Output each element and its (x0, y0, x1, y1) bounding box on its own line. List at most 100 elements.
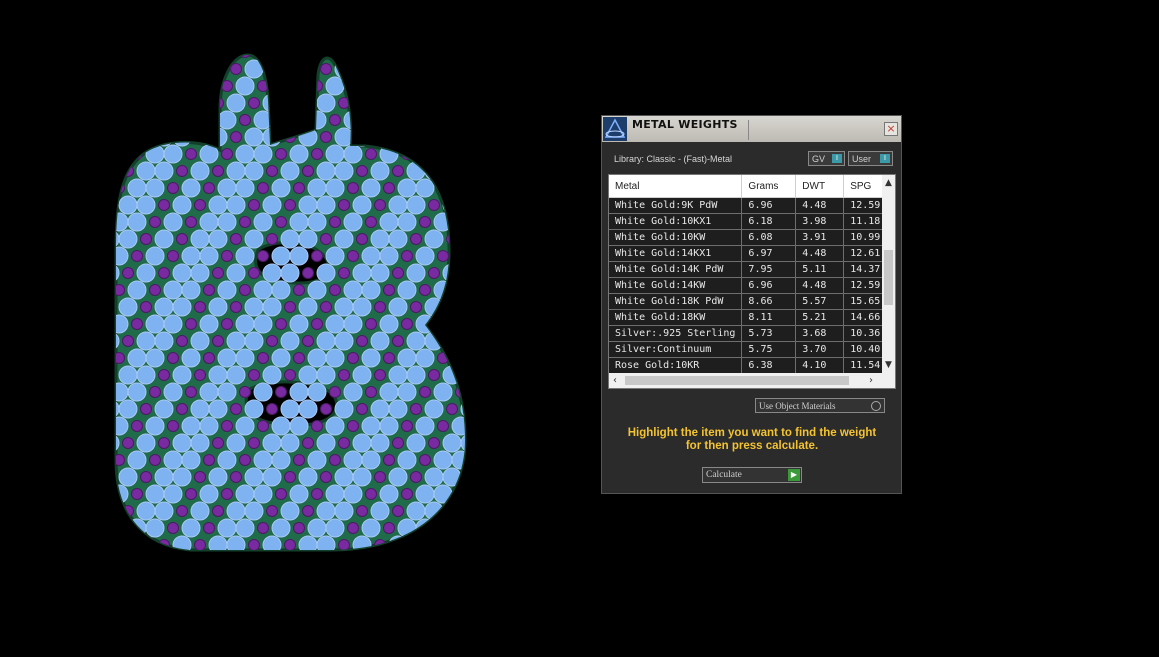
gemstone (181, 518, 201, 538)
metal-table[interactable]: Metal Grams DWT SPG White Gold:9K PdW 6.9… (608, 174, 896, 389)
gemstone (118, 229, 138, 249)
gemstone (415, 76, 435, 96)
table-cell: 5.75 (741, 341, 797, 358)
gemstone (298, 59, 318, 79)
gemstone (172, 93, 192, 113)
gemstone (212, 165, 224, 177)
gemstone (343, 110, 363, 130)
table-row[interactable]: White Gold:9K PdW 6.96 4.48 12.59 (609, 197, 895, 214)
gemstone (253, 382, 273, 402)
table-cell: White Gold:10KX1 (609, 213, 743, 230)
gemstone (320, 63, 332, 75)
gemstone (374, 131, 386, 143)
gv-toggle[interactable]: GV I (808, 151, 845, 166)
gemstone (352, 433, 372, 453)
scroll-thumb[interactable] (884, 250, 893, 305)
gemstone (116, 416, 129, 436)
table-row[interactable]: White Gold:14K PdW 7.95 5.11 14.37 (609, 261, 895, 278)
gemstone (365, 488, 377, 500)
gemstone (446, 233, 458, 245)
gemstone (203, 454, 215, 466)
table-row[interactable]: White Gold:14KX1 6.97 4.48 12.61 (609, 245, 895, 262)
gemstone (442, 297, 462, 317)
gemstone (136, 93, 156, 113)
gemstone (118, 59, 138, 79)
gemstone (226, 195, 246, 215)
instruction-line-1: Highlight the item you want to find the … (627, 427, 877, 439)
gemstone (253, 314, 273, 334)
gemstone (275, 55, 287, 58)
gemstone (185, 386, 197, 398)
gemstone (388, 365, 408, 385)
gemstone (257, 182, 269, 194)
gemstone (325, 348, 345, 368)
use-object-materials-option[interactable]: Use Object Materials (755, 398, 885, 413)
close-button[interactable]: × (884, 122, 898, 136)
table-cell: 6.38 (741, 357, 797, 374)
table-cell: 4.48 (795, 245, 845, 262)
table-row[interactable]: White Gold:18K PdW 8.66 5.57 15.65 (609, 293, 895, 310)
gemstone (352, 297, 372, 317)
table-cell: 5.21 (795, 309, 845, 326)
scroll-up-icon[interactable]: ▲ (882, 177, 895, 189)
table-row[interactable]: White Gold:14KW 6.96 4.48 12.59 (609, 277, 895, 294)
gemstone (388, 467, 408, 487)
play-arrow-icon[interactable]: ▶ (788, 469, 800, 481)
gemstone (176, 403, 188, 415)
calculate-button[interactable]: Calculate ▶ (702, 467, 802, 483)
gemstone (230, 471, 242, 483)
gemstone (460, 229, 465, 249)
table-row[interactable]: Silver:Continuum 5.75 3.70 10.40 (609, 341, 895, 358)
gemstone (116, 76, 129, 96)
gemstone (208, 59, 228, 79)
gemstone (105, 132, 116, 143)
gemstone (370, 93, 390, 113)
gemstone (374, 369, 386, 381)
gemstone (257, 420, 269, 432)
title-bar[interactable]: METAL WEIGHTS × (602, 116, 901, 142)
column-header-metal[interactable]: Metal (609, 175, 743, 198)
table-row[interactable]: White Gold:10KX1 6.18 3.98 11.18 (609, 213, 895, 230)
gemstone (217, 178, 237, 198)
scroll-down-icon[interactable]: ▼ (882, 359, 895, 371)
horizontal-scrollbar[interactable]: ‹ › (609, 373, 895, 388)
table-row[interactable]: White Gold:18KW 8.11 5.21 14.66 (609, 309, 895, 326)
gemstone (127, 212, 147, 232)
table-row[interactable]: White Gold:10KW 6.08 3.91 10.99 (609, 229, 895, 246)
table-cell: 6.96 (741, 277, 797, 294)
user-toggle[interactable]: User I (848, 151, 893, 166)
gemstone (239, 216, 251, 228)
gemstone (302, 267, 314, 279)
gemstone (338, 199, 350, 211)
column-header-dwt[interactable]: DWT (795, 175, 845, 198)
gemstone (154, 161, 174, 181)
gemstone (329, 55, 341, 58)
gemstone (464, 131, 465, 143)
vertical-scrollbar[interactable]: ▲ ▼ (882, 175, 895, 373)
gemstone (190, 501, 210, 521)
gemstone (167, 182, 179, 194)
gemstone (289, 76, 309, 96)
gemstone (154, 467, 174, 487)
gemstone (158, 199, 170, 211)
gemstone (415, 246, 435, 266)
gemstone (118, 195, 138, 215)
gemstone (406, 263, 426, 283)
gemstone (325, 484, 345, 504)
scroll-left-icon[interactable]: ‹ (613, 373, 617, 388)
scroll-thumb[interactable] (625, 376, 849, 385)
table-row[interactable]: Silver:.925 Sterling 5.73 3.68 10.36 (609, 325, 895, 342)
gemstone (302, 335, 314, 347)
gemstone (298, 365, 318, 385)
3d-viewport[interactable] (0, 0, 590, 653)
scroll-right-icon[interactable]: › (869, 373, 873, 388)
table-cell: 3.98 (795, 213, 845, 230)
gemstone (361, 518, 381, 538)
table-row[interactable]: Rose Gold:10KR 6.38 4.10 11.54 (609, 357, 895, 374)
gemstone (280, 263, 300, 283)
column-header-grams[interactable]: Grams (741, 175, 797, 198)
gemstone (338, 437, 350, 449)
gemstone (302, 165, 314, 177)
radio-icon[interactable] (871, 401, 881, 411)
gemstone (437, 420, 449, 432)
